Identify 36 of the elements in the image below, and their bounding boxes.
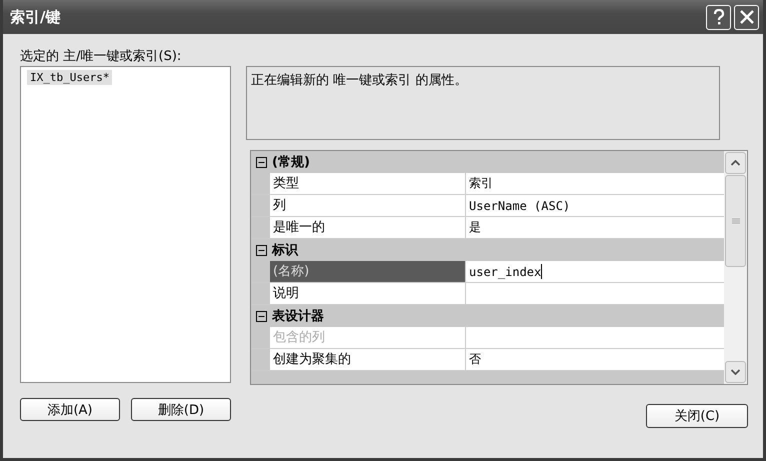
description-text: 正在编辑新的 唯一键或索引 的属性。 xyxy=(251,73,468,88)
list-item[interactable]: IX_tb_Users* xyxy=(27,70,112,85)
property-value[interactable]: 是 xyxy=(466,217,724,238)
scrollbar[interactable] xyxy=(724,151,747,384)
property-name[interactable]: 说明 xyxy=(270,283,466,304)
scroll-down-button[interactable] xyxy=(725,361,746,383)
property-name[interactable]: 是唯一的 xyxy=(270,217,466,238)
close-icon xyxy=(740,10,754,24)
collapse-icon[interactable] xyxy=(256,244,267,256)
property-name[interactable]: (名称) xyxy=(270,261,466,282)
scroll-thumb[interactable] xyxy=(725,175,746,267)
category-label: 表设计器 xyxy=(272,308,324,325)
collapse-icon[interactable] xyxy=(256,310,267,322)
list-label: 选定的 主/唯一键或索引(S): xyxy=(20,48,182,66)
scroll-up-button[interactable] xyxy=(725,152,746,174)
property-name[interactable]: 列 xyxy=(270,195,466,216)
property-value[interactable]: 否 xyxy=(466,349,724,370)
category-label: 标识 xyxy=(272,242,298,259)
window-title: 索引/键 xyxy=(10,8,60,26)
collapse-icon[interactable] xyxy=(256,156,267,168)
property-name[interactable]: 创建为聚集的 xyxy=(270,349,466,370)
list-button[interactable]: 添加(A) xyxy=(20,398,120,421)
category-label: (常规) xyxy=(272,154,310,171)
grip-icon xyxy=(732,218,740,224)
property-value[interactable]: user_index xyxy=(466,261,724,282)
category-row[interactable]: 表设计器 xyxy=(251,305,724,327)
close-button[interactable] xyxy=(734,4,759,30)
category-row[interactable]: 标识 xyxy=(251,239,724,261)
property-value[interactable]: 索引 xyxy=(466,173,724,194)
property-name[interactable]: 类型 xyxy=(270,173,466,194)
category-row[interactable]: (常规) xyxy=(251,151,724,173)
list-button[interactable]: 删除(D) xyxy=(131,398,231,421)
help-button[interactable] xyxy=(706,4,731,30)
property-value[interactable]: UserName (ASC) xyxy=(466,195,724,216)
close-dialog-button[interactable]: 关闭(C) xyxy=(646,404,748,428)
help-icon xyxy=(712,9,726,25)
